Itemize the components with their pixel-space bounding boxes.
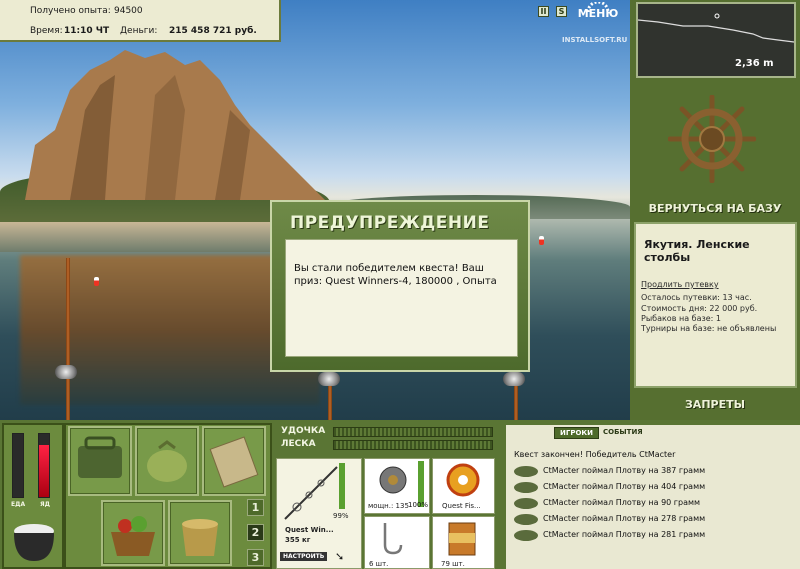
reel-1 bbox=[55, 365, 77, 379]
tackle-box-icon bbox=[78, 436, 122, 478]
tackle-box-slot[interactable] bbox=[68, 426, 132, 496]
bobber-1[interactable] bbox=[94, 277, 99, 286]
line-name: Quest Fis... bbox=[442, 502, 481, 510]
watermark: INSTALLSOFT.RU bbox=[544, 36, 627, 45]
line-label: ЛЕСКА bbox=[281, 439, 316, 449]
dialog-message: Вы стали победителем квеста! Ваш приз: Q… bbox=[285, 239, 518, 357]
bobber-3[interactable] bbox=[539, 236, 544, 245]
log-entry: CtMacter поймал Плотву на 281 грамм bbox=[543, 530, 706, 539]
xp-value: 94500 bbox=[114, 6, 143, 16]
player-stats: Получено опыта: 94500 Время: 11:10 ЧТ Де… bbox=[0, 0, 281, 42]
menu-button[interactable]: МЕНЮ bbox=[577, 2, 619, 24]
tackle-panel: УДОЧКА ЛЕСКА 99% Quest Win... 355 кг НАС… bbox=[275, 425, 497, 569]
setup-button[interactable]: НАСТРОИТЬ bbox=[280, 552, 328, 561]
tab-players[interactable]: ИГРОКИ bbox=[554, 427, 599, 439]
hook-cell[interactable]: 6 шт. bbox=[364, 516, 430, 569]
reel-2 bbox=[318, 372, 340, 386]
bait-bag-slot[interactable] bbox=[135, 426, 199, 496]
bait-can-icon bbox=[448, 522, 476, 556]
log-entry: Квест закончен! Победитель CtMacter bbox=[514, 450, 676, 459]
day-cost: Стоимость дня: 22 000 руб. bbox=[641, 304, 758, 313]
rod-weight: 355 кг bbox=[285, 536, 311, 544]
depth-value: 2,36 m bbox=[735, 58, 774, 69]
bans-button[interactable]: ЗАПРЕТЫ bbox=[630, 398, 800, 411]
log-entry: CtMacter поймал Плотву на 404 грамм bbox=[543, 482, 706, 491]
rod-percent: 99% bbox=[333, 512, 349, 520]
time-value: 11:10 ЧТ bbox=[64, 26, 110, 36]
rod-cell[interactable]: 99% Quest Win... 355 кг НАСТРОИТЬ ➘ bbox=[276, 458, 362, 569]
bait-bag-icon bbox=[147, 440, 187, 482]
tab-events[interactable]: СОБЫТИЯ bbox=[603, 428, 643, 436]
notebook-slot[interactable] bbox=[202, 426, 266, 496]
slot-page-1[interactable]: 1 bbox=[247, 499, 264, 516]
money-label: Деньги: bbox=[120, 26, 158, 36]
location-info: Якутия. Ленские столбы Продлить путевку … bbox=[634, 222, 797, 388]
food-label: ЕДА bbox=[11, 501, 26, 508]
extend-trip-link[interactable]: Продлить путевку bbox=[641, 280, 719, 289]
trip-remaining: Осталось путевки: 13 час. bbox=[641, 293, 752, 302]
event-log: ИГРОКИ СОБЫТИЯ Квест закончен! Победител… bbox=[503, 425, 800, 569]
dialog-title: ПРЕДУПРЕЖДЕНИЕ bbox=[290, 213, 490, 233]
tournaments-status: Турниры на базе: не объявлены bbox=[641, 324, 777, 333]
reel-icon bbox=[379, 466, 407, 494]
pause-button[interactable]: II bbox=[538, 6, 549, 17]
poison-fill bbox=[39, 445, 49, 497]
log-entry: CtMacter поймал Плотву на 90 грамм bbox=[543, 498, 701, 507]
money-value: 215 458 721 руб. bbox=[169, 26, 257, 36]
fish-icon bbox=[514, 530, 538, 541]
bait-count: 79 шт. bbox=[441, 560, 465, 568]
fishers-count: Рыбаков на базе: 1 bbox=[641, 314, 721, 323]
arrow-icon: ➘ bbox=[335, 550, 345, 563]
slot-page-3[interactable]: 3 bbox=[247, 549, 264, 566]
sound-button[interactable]: S bbox=[556, 6, 567, 17]
fish-icon bbox=[514, 498, 538, 509]
rock-pillars bbox=[25, 50, 325, 200]
food-basket-icon bbox=[111, 516, 155, 556]
line-cell[interactable]: Quest Fis... bbox=[432, 458, 495, 514]
fish-icon bbox=[514, 514, 538, 525]
food-basket-slot[interactable] bbox=[101, 500, 165, 566]
notebook-icon bbox=[209, 436, 259, 488]
food-bar bbox=[12, 433, 24, 498]
rod-tension-meter bbox=[333, 427, 493, 437]
bucket-slot[interactable] bbox=[168, 500, 232, 566]
reel-percent: 100% bbox=[408, 501, 429, 509]
rod-condition-bar bbox=[339, 463, 345, 509]
hook-count: 6 шт. bbox=[369, 560, 389, 568]
time-label: Время: bbox=[30, 26, 63, 36]
ship-wheel-icon[interactable] bbox=[668, 95, 756, 183]
poison-label: ЯД bbox=[40, 501, 50, 508]
log-entry: CtMacter поймал Плотву на 387 грамм bbox=[543, 466, 706, 475]
needs-panel: ЕДА ЯД bbox=[2, 423, 64, 569]
watermark-text: INSTALLSOFT.RU bbox=[562, 36, 628, 44]
rod-icon bbox=[284, 466, 338, 520]
fish-icon bbox=[514, 466, 538, 477]
gear-icon bbox=[586, 2, 610, 12]
rod-label: УДОЧКА bbox=[281, 426, 326, 436]
poison-bar bbox=[38, 433, 50, 498]
pot-icon[interactable] bbox=[8, 517, 60, 565]
hook-icon bbox=[383, 523, 403, 555]
line-spool-icon bbox=[446, 463, 480, 497]
xp-label: Получено опыта: bbox=[30, 6, 111, 16]
rod-1[interactable] bbox=[66, 258, 70, 420]
return-to-base-button[interactable]: ВЕРНУТЬСЯ НА БАЗУ bbox=[630, 202, 800, 215]
rod-name: Quest Win... bbox=[285, 526, 334, 534]
reel-power: мощн.: 135 bbox=[368, 502, 409, 510]
line-tension-meter bbox=[333, 440, 493, 450]
bait-cell[interactable]: 79 шт. bbox=[432, 516, 495, 569]
slot-page-2[interactable]: 2 bbox=[247, 524, 264, 541]
warning-dialog[interactable]: ПРЕДУПРЕЖДЕНИЕ Вы стали победителем квес… bbox=[270, 200, 530, 372]
log-entry: CtMacter поймал Плотву на 278 грамм bbox=[543, 514, 706, 523]
fish-icon bbox=[514, 482, 538, 493]
location-title: Якутия. Ленские столбы bbox=[644, 238, 750, 264]
bucket-icon bbox=[182, 519, 218, 556]
reel-3 bbox=[503, 372, 525, 386]
